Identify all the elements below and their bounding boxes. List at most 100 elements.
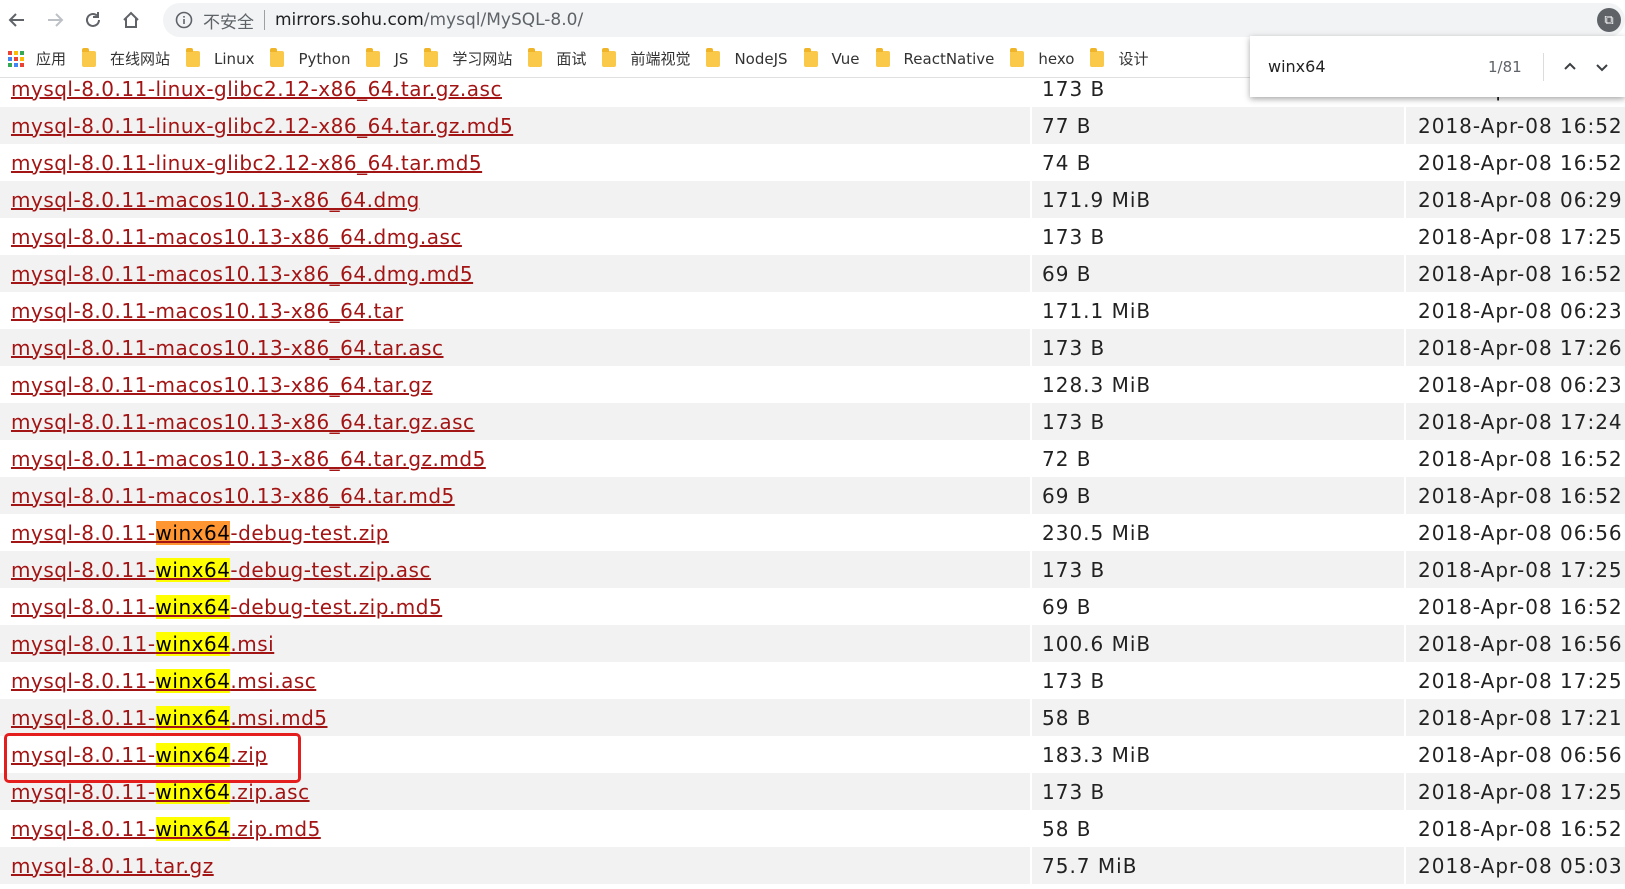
bookmark-item[interactable]: Python [262, 44, 358, 74]
table-row: mysql-8.0.11-winx64.zip.asc 173 B 2018-Apr… [0, 773, 1625, 810]
file-link[interactable]: mysql-8.0.11-winx64-debug-test.zip [11, 520, 389, 545]
bookmark-label: Vue [831, 49, 860, 68]
table-row: mysql-8.0.11-macos10.13-x86_64.tar.gz 128… [0, 366, 1625, 403]
file-date-cell: 2018-Apr-08 16:52 [1406, 477, 1625, 514]
bookmark-label: 应用 [36, 50, 67, 68]
file-name-cell: mysql-8.0.11-winx64.msi [0, 625, 1032, 662]
file-date-cell: 2018-Apr-08 16:56 [1406, 625, 1625, 662]
table-row: mysql-8.0.11-macos10.13-x86_64.dmg 171.9 … [0, 181, 1625, 218]
file-date-cell: 2018-Apr-08 16:52 [1418, 446, 1623, 471]
bookmark-item[interactable]: 设计 [1082, 44, 1156, 74]
bookmark-item[interactable]: Vue [796, 44, 868, 74]
file-link[interactable]: mysql-8.0.11-macos10.13-x86_64.dmg.asc [11, 225, 462, 249]
file-size-cell: 75.7 MiB [1032, 847, 1406, 884]
file-link[interactable]: mysql-8.0.11-macos10.13-x86_64.tar.gz.md… [11, 447, 486, 471]
forward-button[interactable] [38, 3, 72, 37]
file-name-cell: mysql-8.0.11-macos10.13-x86_64.tar [0, 292, 1032, 329]
file-size-cell: 69 B [1032, 477, 1406, 514]
file-size-cell: 128.3 MiB [1032, 366, 1406, 403]
file-link[interactable]: mysql-8.0.11-linux-glibc2.12-x86_64.tar.… [11, 114, 513, 138]
chevron-down-icon [1596, 63, 1608, 71]
forward-arrow-icon [48, 13, 64, 27]
bookmark-item[interactable]: 学习网站 [416, 44, 520, 74]
table-row: mysql-8.0.11-winx64.zip 183.3 MiB 2018-Apr… [0, 736, 1625, 773]
find-match-highlight: winx64 [155, 594, 231, 619]
find-input[interactable] [1268, 57, 1468, 76]
chevron-up-icon [1564, 62, 1576, 70]
bookmark-item[interactable]: 面试 [520, 44, 594, 74]
file-link[interactable]: mysql-8.0.11-winx64.msi [11, 631, 274, 656]
bookmark-label: Linux [214, 49, 255, 68]
file-link[interactable]: mysql-8.0.11-winx64.zip.md5 [11, 816, 321, 841]
address-bar[interactable]: 不安全 mirrors.sohu.com/mysql/MySQL-8.0/ ⧉ [163, 3, 1625, 37]
folder-icon [366, 47, 381, 67]
bookmark-item[interactable]: JS [358, 44, 416, 74]
file-link[interactable]: mysql-8.0.11-winx64.zip.asc [11, 779, 310, 804]
url-text[interactable]: mirrors.sohu.com/mysql/MySQL-8.0/ [275, 10, 583, 30]
insecure-label: 不安全 [203, 12, 254, 33]
file-link[interactable]: mysql-8.0.11.tar.gz [11, 854, 214, 878]
bookmark-label: NodeJS [734, 49, 788, 68]
bookmark-item[interactable]: Linux [178, 44, 262, 74]
table-row: mysql-8.0.11-winx64.msi.md5 58 B 2018-Apr-… [0, 699, 1625, 736]
file-date-cell: 2018-Apr-08 17:26 [1406, 329, 1625, 366]
file-link[interactable]: mysql-8.0.11-linux-glibc2.12-x86_64.tar.… [11, 77, 502, 101]
file-link[interactable]: mysql-8.0.11-winx64.zip [11, 742, 268, 767]
bookmark-item[interactable]: hexo [1002, 44, 1082, 74]
table-row: mysql-8.0.11-winx64-debug-test.zip 230.5 … [0, 514, 1625, 551]
file-link[interactable]: mysql-8.0.11-macos10.13-x86_64.tar.gz.as… [11, 410, 475, 434]
folder-icon [803, 47, 818, 67]
browser-toolbar: 不安全 mirrors.sohu.com/mysql/MySQL-8.0/ ⧉ [0, 0, 1625, 40]
find-next-button[interactable] [1586, 51, 1618, 83]
folder-icon [186, 47, 201, 67]
file-name-cell: mysql-8.0.11-winx64-debug-test.zip.asc [0, 551, 1032, 588]
file-size-cell: 173 B [1032, 218, 1406, 255]
table-row: mysql-8.0.11-macos10.13-x86_64.tar.gz.md… [0, 440, 1625, 477]
file-date-cell: 2018-Apr-08 06:56 [1418, 520, 1623, 545]
file-link[interactable]: mysql-8.0.11-macos10.13-x86_64.tar.md5 [11, 484, 455, 508]
table-row: mysql-8.0.11-winx64.msi 100.6 MiB 2018-Apr… [0, 625, 1625, 662]
extension-icon[interactable]: ⧉ [1597, 8, 1621, 32]
home-button[interactable] [114, 3, 148, 37]
file-name-cell: mysql-8.0.11-winx64.zip [0, 736, 1032, 773]
file-link[interactable]: mysql-8.0.11-macos10.13-x86_64.tar.gz [11, 373, 433, 397]
file-link[interactable]: mysql-8.0.11-macos10.13-x86_64.dmg.md5 [11, 262, 473, 286]
find-match-highlight: winx64 [155, 631, 231, 656]
bookmark-item[interactable]: NodeJS [698, 44, 795, 74]
file-name-cell: mysql-8.0.11-winx64-debug-test.zip.md5 [0, 588, 1032, 625]
folder-icon [270, 47, 285, 67]
bookmark-item[interactable]: ReactNative [868, 44, 1003, 74]
file-name-cell: mysql-8.0.11-linux-glibc2.12-x86_64.tar.… [0, 107, 1032, 144]
file-name-cell: mysql-8.0.11-macos10.13-x86_64.tar.gz.md… [0, 440, 1032, 477]
info-icon[interactable] [175, 11, 193, 29]
bookmark-item[interactable]: 应用 [0, 44, 74, 74]
find-match-highlight: winx64 [155, 816, 231, 841]
file-link[interactable]: mysql-8.0.11-winx64.msi.asc [11, 668, 316, 693]
bookmark-item[interactable]: 前端视觉 [594, 44, 698, 74]
folder-icon [602, 47, 617, 67]
table-row: mysql-8.0.11-macos10.13-x86_64.tar.asc 17… [0, 329, 1625, 366]
reload-icon [86, 12, 100, 27]
file-link[interactable]: mysql-8.0.11-macos10.13-x86_64.dmg [11, 188, 420, 212]
table-row: mysql-8.0.11-winx64.zip.md5 58 B 2018-Apr-… [0, 810, 1625, 847]
file-name-cell: mysql-8.0.11-winx64-debug-test.zip [0, 514, 1032, 551]
file-link[interactable]: mysql-8.0.11-macos10.13-x86_64.tar.asc [11, 336, 444, 360]
table-row: mysql-8.0.11-winx64.msi.asc 173 B 2018-Apr… [0, 662, 1625, 699]
file-name-cell: mysql-8.0.11-macos10.13-x86_64.tar.md5 [0, 477, 1032, 514]
find-previous-button[interactable] [1554, 51, 1586, 83]
find-match-highlight: winx64 [155, 668, 231, 693]
file-link[interactable]: mysql-8.0.11-winx64-debug-test.zip.md5 [11, 594, 442, 619]
folder-icon [875, 47, 890, 67]
file-name-cell: mysql-8.0.11-macos10.13-x86_64.tar.asc [0, 329, 1032, 366]
file-date-cell: 2018-Apr-08 16:52 [1418, 150, 1623, 175]
file-link[interactable]: mysql-8.0.11-linux-glibc2.12-x86_64.tar.… [11, 151, 482, 175]
bookmark-item[interactable]: 在线网站 [74, 44, 178, 74]
table-row: mysql-8.0.11-macos10.13-x86_64.tar.md5 69… [0, 477, 1625, 514]
file-link[interactable]: mysql-8.0.11-winx64.msi.md5 [11, 705, 328, 730]
reload-button[interactable] [76, 3, 110, 37]
back-button[interactable] [0, 3, 34, 37]
bookmark-label: 前端视觉 [630, 50, 691, 68]
file-link[interactable]: mysql-8.0.11-macos10.13-x86_64.tar [11, 299, 403, 323]
file-link[interactable]: mysql-8.0.11-winx64-debug-test.zip.asc [11, 557, 431, 582]
find-bar: 1/81 [1250, 36, 1625, 97]
